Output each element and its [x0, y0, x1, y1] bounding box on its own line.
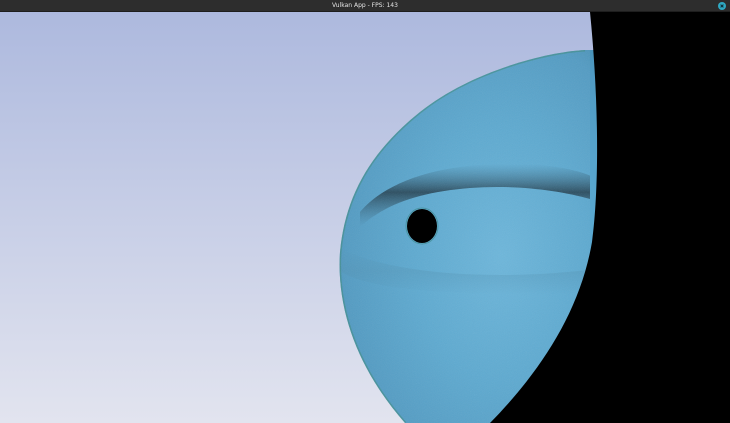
title-bar[interactable]: Vulkan App - FPS: 143 — [0, 0, 730, 12]
window-title: Vulkan App - FPS: 143 — [332, 2, 398, 9]
scene-canvas — [0, 12, 730, 423]
close-icon — [720, 4, 724, 8]
app-window: Vulkan App - FPS: 143 — [0, 0, 730, 423]
render-viewport[interactable] — [0, 12, 730, 423]
dark-hole — [407, 209, 437, 243]
close-button[interactable] — [718, 2, 726, 10]
